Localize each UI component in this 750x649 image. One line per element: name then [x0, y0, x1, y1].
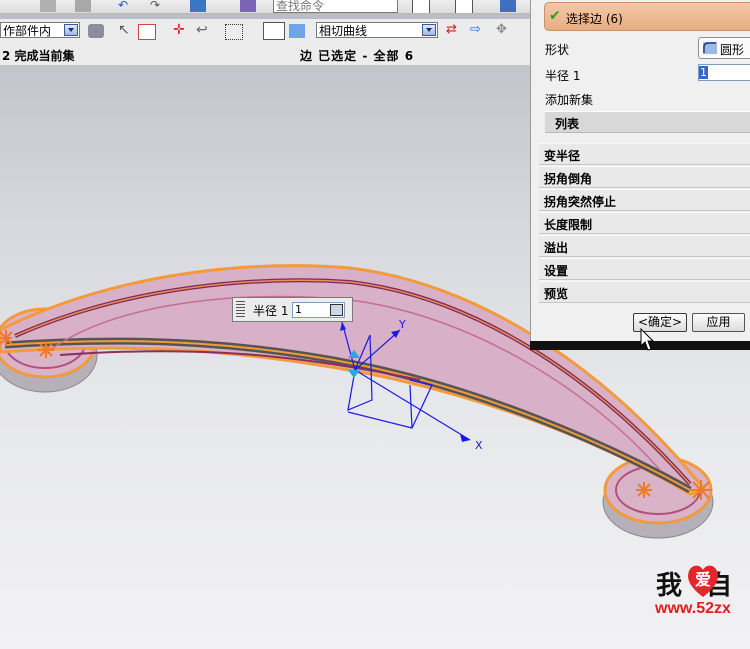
forward-arrow-icon[interactable]: ⇨: [470, 23, 486, 38]
heart-logo-icon: 爱: [688, 565, 718, 597]
drag-handle[interactable]: [236, 301, 245, 318]
select-edge-group[interactable]: ✔ 选择边 (6): [544, 2, 750, 31]
mouse-pointer-icon: [640, 328, 654, 351]
selection-toolbar: 作部件内 ↖ ✛ ↩ 相切曲线 ⇄ ⇨ ✥: [0, 19, 530, 44]
section-label: 拐角突然停止: [544, 195, 617, 209]
selection-scope-select[interactable]: 作部件内: [0, 22, 80, 38]
section-length-limit[interactable]: 长度限制: [539, 212, 750, 234]
check-icon: ✔: [549, 8, 561, 24]
section-variable-radius[interactable]: 变半径: [539, 143, 750, 165]
section-settings[interactable]: 设置: [539, 258, 750, 280]
svg-text:爱: 爱: [695, 570, 711, 589]
selection-status-bar: 2 完成当前集 边 已选定 - 全部 6: [0, 43, 530, 66]
section-label: 设置: [544, 264, 569, 278]
snap-point-icon[interactable]: [138, 24, 156, 40]
body-filter-icon[interactable]: [263, 22, 285, 40]
watermark-url: www.52zx: [655, 600, 731, 617]
section-label: 拐角倒角: [544, 172, 593, 186]
cube-icon[interactable]: [500, 0, 516, 12]
blend-shape-icon: [703, 42, 717, 54]
undo-icon[interactable]: ↶: [118, 0, 134, 12]
section-label: 长度限制: [544, 218, 593, 232]
shape-value: 圆形: [720, 43, 745, 57]
apply-button[interactable]: 应用: [692, 313, 745, 332]
popup-radius-field[interactable]: 1: [292, 302, 345, 318]
site-watermark: 我 自 爱 www.52zx: [653, 563, 750, 623]
solid-icon[interactable]: [289, 24, 305, 38]
section-preview[interactable]: 预览: [539, 281, 750, 303]
command-finder-input[interactable]: 查找命令: [273, 0, 398, 13]
view-icon[interactable]: [412, 0, 430, 13]
on-screen-radius-input[interactable]: 半径 1 1: [232, 297, 353, 322]
move-icon[interactable]: ✥: [496, 23, 512, 38]
command-toolbar: ↶ ↷ 查找命令: [0, 0, 530, 14]
paste-icon[interactable]: [75, 0, 91, 12]
selection-scope-value: 作部件内: [3, 24, 52, 38]
layer-icon[interactable]: [240, 0, 256, 12]
list-label: 列表: [555, 117, 580, 131]
section-corner-setback[interactable]: 拐角倒角: [539, 166, 750, 188]
rectangle-select-icon[interactable]: [225, 24, 243, 40]
model-icon[interactable]: [190, 0, 206, 12]
shape-label: 形状: [545, 43, 570, 57]
copy-icon[interactable]: [40, 0, 56, 12]
section-overflow[interactable]: 溢出: [539, 235, 750, 257]
section-label: 预览: [544, 287, 569, 301]
hook-icon[interactable]: ↩: [196, 23, 212, 38]
radius-label: 半径 1: [545, 69, 581, 83]
edge-blend-dialog: ✔ 选择边 (6) 形状 圆形 半径 1 1 添加新集 列表 变半径 拐角倒角 …: [530, 0, 750, 345]
x-axis-label: X: [475, 439, 483, 452]
list-section[interactable]: 列表: [545, 111, 750, 133]
radius-input[interactable]: 1: [698, 64, 750, 81]
cross-icon[interactable]: ✛: [173, 23, 189, 38]
spinner-icon[interactable]: [330, 304, 343, 316]
section-label: 溢出: [544, 241, 569, 255]
camera-icon[interactable]: [455, 0, 473, 13]
command-finder-placeholder: 查找命令: [276, 0, 325, 13]
intersect-icon[interactable]: ⇄: [446, 23, 462, 38]
curve-rule-value: 相切曲线: [319, 24, 368, 38]
section-label: 变半径: [544, 149, 581, 163]
section-stop-short-of-corner[interactable]: 拐角突然停止: [539, 189, 750, 211]
chevron-down-icon: [422, 24, 436, 36]
select-edge-label: 选择边 (6): [566, 12, 623, 26]
redo-icon[interactable]: ↷: [150, 0, 166, 12]
add-new-set-label[interactable]: 添加新集: [545, 91, 593, 108]
status-line: 边 已选定 - 全部 6: [300, 49, 415, 63]
chevron-down-icon: [64, 24, 78, 36]
y-axis-label: Y: [398, 318, 406, 331]
select-arrow-icon[interactable]: ↖: [118, 23, 134, 38]
radius-value: 1: [699, 66, 708, 79]
popup-radius-value: 1: [295, 303, 302, 316]
filter-icon[interactable]: [88, 24, 104, 38]
curve-rule-select[interactable]: 相切曲线: [316, 22, 438, 38]
popup-radius-label: 半径 1: [253, 304, 289, 318]
shape-select[interactable]: 圆形: [698, 37, 750, 59]
cue-line: 2 完成当前集: [2, 49, 75, 63]
